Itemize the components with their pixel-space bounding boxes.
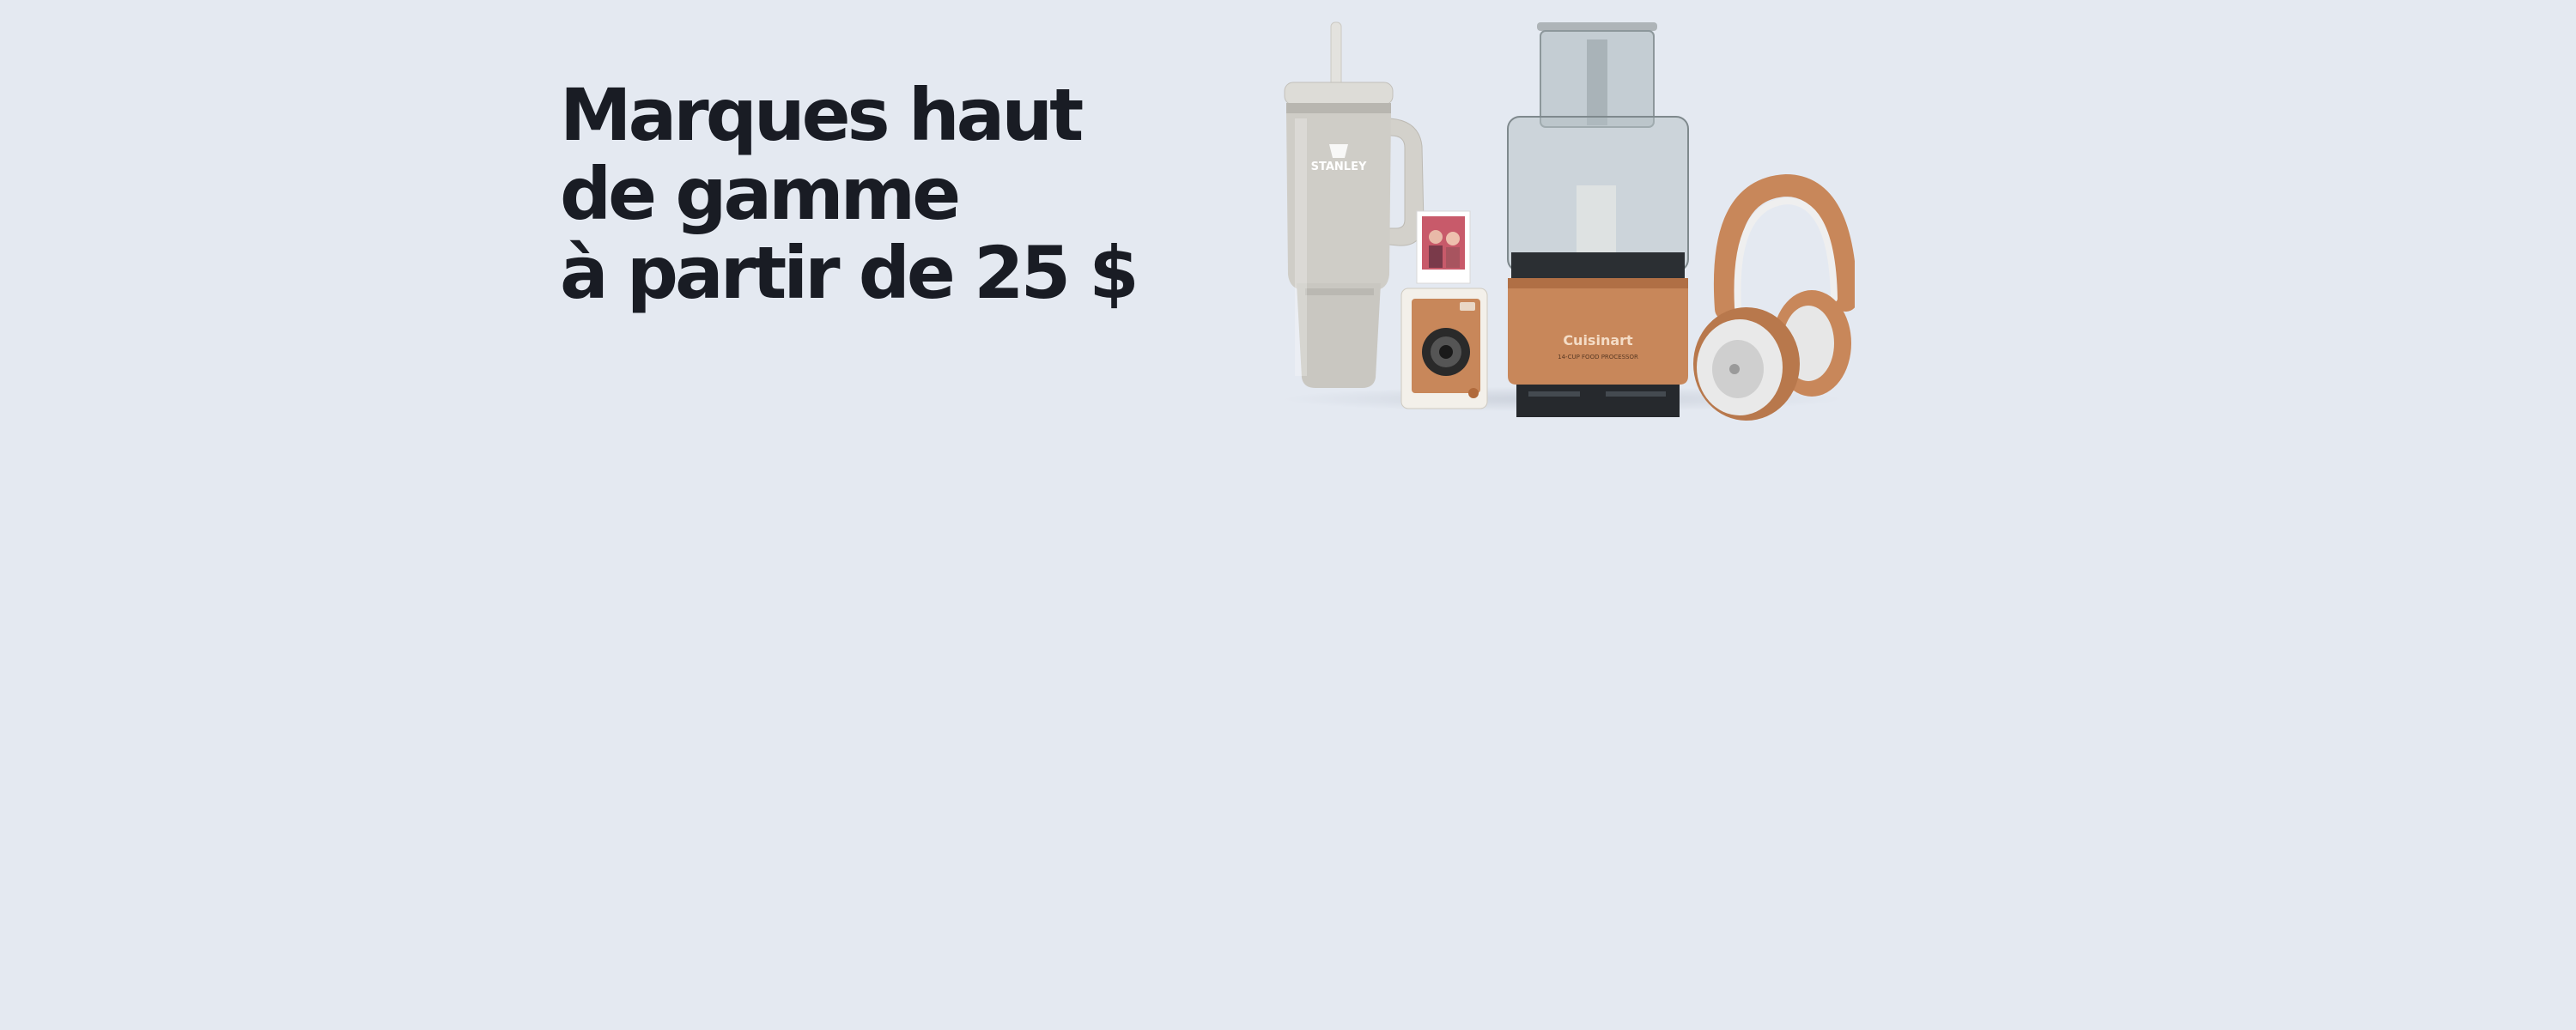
headline-line-1: Marques haut	[560, 73, 1084, 157]
headphones-image[interactable]	[1683, 154, 1855, 429]
instax-camera-image[interactable]	[1391, 206, 1494, 421]
tumbler-brand-label: STANLEY	[1311, 161, 1367, 173]
processor-subtitle-label: 14-CUP FOOD PROCESSOR	[1558, 354, 1638, 360]
headline-line-3: à partir de 25 $	[560, 231, 1139, 315]
headline-line-2: de gamme	[560, 152, 961, 236]
promo-banner[interactable]: Marques haut de gamme à partir de 25 $ S…	[0, 0, 2576, 1030]
promo-headline: Marques haut de gamme à partir de 25 $	[560, 73, 1139, 315]
cuisinart-food-processor-image[interactable]: Cuisinart 14-CUP FOOD PROCESSOR	[1494, 22, 1709, 417]
processor-brand-label: Cuisinart	[1563, 332, 1633, 348]
product-collage[interactable]: STANLEY Cuisinart 14-CUP FOOD PROCESSOR	[1271, 17, 1855, 421]
